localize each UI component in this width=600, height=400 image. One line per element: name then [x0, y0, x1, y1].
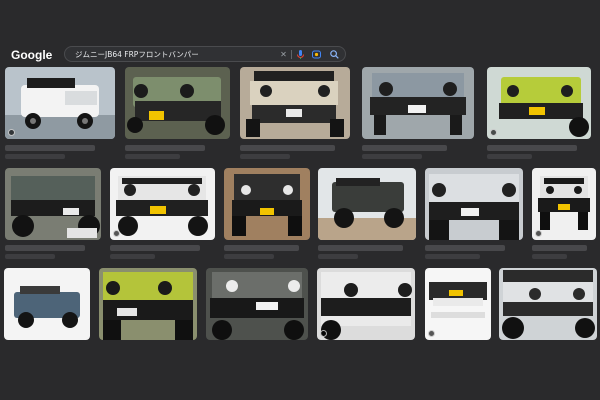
- search-icon[interactable]: [329, 49, 340, 60]
- result-caption: [5, 245, 85, 251]
- image-result[interactable]: [4, 268, 90, 340]
- result-caption: [425, 254, 480, 259]
- image-result[interactable]: [125, 67, 230, 139]
- search-bar[interactable]: ジムニーJB64 FRPフロントバンパー ✕: [64, 46, 346, 62]
- result-badge-icon: [490, 129, 497, 136]
- result-caption: [5, 154, 65, 159]
- result-caption: [487, 154, 532, 159]
- image-result[interactable]: [317, 268, 415, 340]
- google-logo[interactable]: Google: [11, 48, 52, 62]
- image-result[interactable]: [425, 268, 491, 340]
- image-result[interactable]: [318, 168, 416, 240]
- result-badge-icon: [8, 129, 15, 136]
- close-icon[interactable]: ✕: [278, 49, 289, 60]
- result-caption: [224, 245, 299, 251]
- result-caption: [240, 154, 290, 159]
- result-caption: [532, 245, 587, 251]
- result-caption: [487, 145, 577, 151]
- camera-lens-icon[interactable]: [311, 49, 322, 60]
- mic-icon[interactable]: [295, 49, 306, 60]
- result-caption: [425, 245, 505, 251]
- result-badge-icon: [113, 230, 120, 237]
- result-caption: [318, 245, 403, 251]
- image-result[interactable]: [240, 67, 350, 139]
- result-caption: [532, 254, 567, 259]
- image-result[interactable]: [99, 268, 197, 340]
- image-result[interactable]: [5, 168, 101, 240]
- result-caption: [240, 145, 335, 151]
- result-badge-icon: [320, 330, 327, 337]
- image-result[interactable]: [487, 67, 591, 139]
- image-result[interactable]: [110, 168, 215, 240]
- result-caption: [110, 254, 155, 259]
- image-result[interactable]: [206, 268, 308, 340]
- result-caption: [110, 245, 200, 251]
- result-caption: [362, 154, 422, 159]
- image-result[interactable]: [532, 168, 596, 240]
- result-caption: [125, 145, 205, 151]
- image-result[interactable]: [362, 67, 474, 139]
- result-badge-icon: [535, 230, 542, 237]
- result-caption: [125, 154, 180, 159]
- search-divider: [291, 50, 292, 59]
- image-result[interactable]: [224, 168, 310, 240]
- search-input[interactable]: ジムニーJB64 FRPフロントバンパー: [75, 49, 199, 60]
- result-caption: [5, 254, 55, 259]
- image-result[interactable]: [499, 268, 597, 340]
- image-result[interactable]: [5, 67, 115, 139]
- result-caption: [362, 145, 447, 151]
- result-caption: [5, 145, 95, 151]
- image-result[interactable]: [425, 168, 523, 240]
- result-caption: [224, 254, 274, 259]
- result-badge-icon: [428, 330, 435, 337]
- result-caption: [318, 254, 358, 259]
